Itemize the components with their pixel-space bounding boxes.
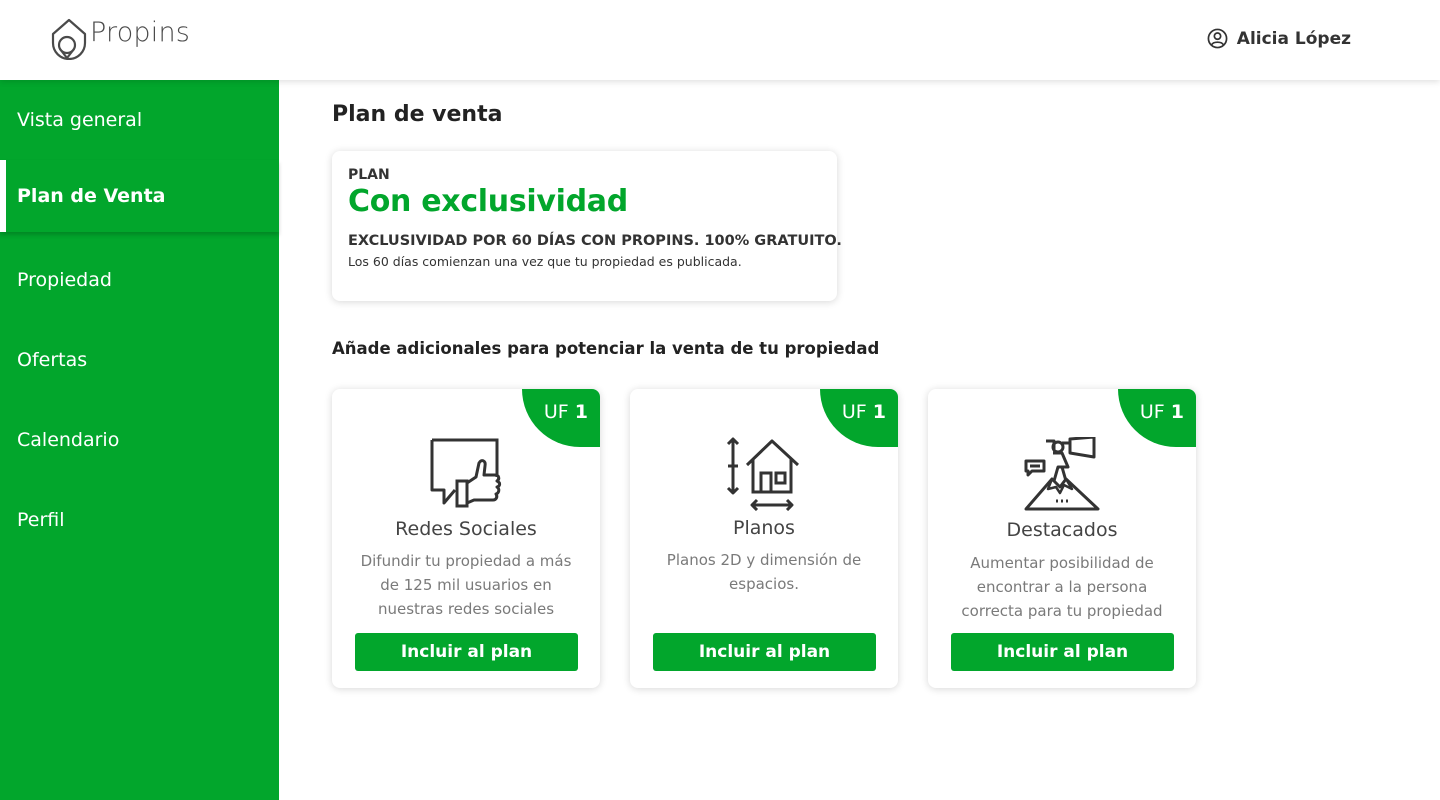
sidebar-item-propiedad[interactable]: Propiedad: [0, 240, 279, 320]
megaphone-mountain-icon: [1024, 437, 1100, 511]
plan-card: PLAN Con exclusividad EXCLUSIVIDAD POR 6…: [332, 151, 842, 301]
addon-title: Redes Sociales: [395, 518, 537, 540]
sidebar-item-calendario[interactable]: Calendario: [0, 400, 279, 480]
user-name: Alicia López: [1236, 28, 1351, 49]
addon-card-planos: UF 1 Planos Planos 2D y dimensión de esp…: [630, 389, 898, 688]
propins-logo[interactable]: Propins: [50, 16, 190, 62]
sidebar-item-label: Ofertas: [17, 349, 88, 371]
house-plan-icon: [726, 437, 800, 511]
sidebar-item-ofertas[interactable]: Ofertas: [0, 320, 279, 400]
sidebar: Vista general Plan de Venta Propiedad Of…: [0, 80, 279, 800]
price-badge: UF 1: [1118, 389, 1196, 447]
top-header: Propins Alicia López: [0, 0, 1440, 80]
addon-card-redes-sociales: UF 1 Redes Sociales Difundir tu propieda…: [332, 389, 600, 688]
social-like-icon: [430, 438, 502, 508]
addons-title: Añade adicionales para potenciar la vent…: [332, 339, 880, 358]
badge-unit: UF: [543, 401, 575, 423]
user-menu[interactable]: Alicia López: [1207, 28, 1351, 49]
plan-label: PLAN: [348, 167, 390, 183]
addon-description: Aumentar posibilidad de encontrar a la p…: [961, 554, 1163, 620]
logo-text: Propins: [90, 17, 191, 48]
logo-house-pin-icon: [51, 18, 87, 60]
addon-description: Difundir tu propiedad a más de 125 mil u…: [360, 552, 572, 618]
price-badge: UF 1: [522, 389, 600, 447]
page-title: Plan de venta: [332, 102, 503, 127]
addon-card-destacados: UF 1 Destacados Aumentar posibilidad de …: [928, 389, 1196, 688]
addon-description: Planos 2D y dimensión de espacios.: [666, 551, 862, 593]
badge-value: 1: [872, 401, 886, 423]
sidebar-item-label: Vista general: [17, 109, 143, 131]
addon-title: Planos: [733, 517, 795, 539]
plan-note: Los 60 días comienzan una vez que tu pro…: [348, 254, 742, 269]
plan-name: Con exclusividad: [348, 184, 628, 219]
sidebar-item-perfil[interactable]: Perfil: [0, 480, 279, 560]
badge-unit: UF: [841, 401, 873, 423]
price-badge: UF 1: [820, 389, 898, 447]
user-avatar-icon: [1207, 28, 1228, 49]
plan-description: EXCLUSIVIDAD POR 60 DÍAS CON PROPINS. 10…: [348, 233, 842, 249]
sidebar-item-vista-general[interactable]: Vista general: [0, 80, 279, 160]
sidebar-item-label: Plan de Venta: [17, 185, 166, 207]
badge-value: 1: [574, 401, 588, 423]
include-in-plan-button[interactable]: Incluir al plan: [355, 633, 578, 671]
badge-value: 1: [1170, 401, 1184, 423]
sidebar-item-label: Perfil: [17, 509, 65, 531]
addon-title: Destacados: [1006, 519, 1118, 541]
sidebar-item-label: Propiedad: [17, 269, 112, 291]
include-in-plan-button[interactable]: Incluir al plan: [653, 633, 876, 671]
badge-unit: UF: [1139, 401, 1171, 423]
include-in-plan-button[interactable]: Incluir al plan: [951, 633, 1174, 671]
sidebar-item-label: Calendario: [17, 429, 120, 451]
sidebar-item-plan-de-venta[interactable]: Plan de Venta: [0, 160, 279, 232]
